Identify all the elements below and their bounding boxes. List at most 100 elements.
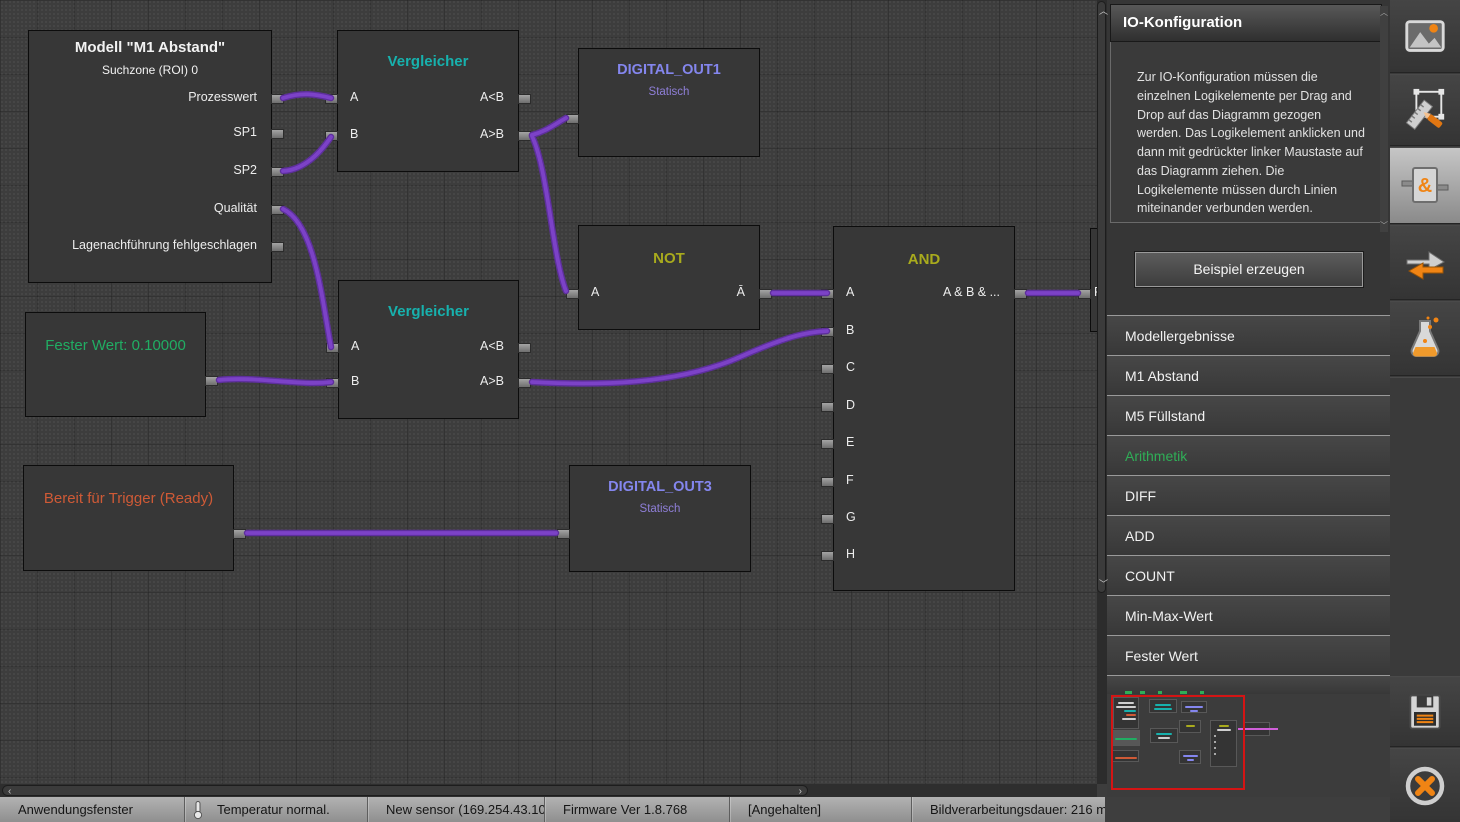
output-port-a-lt-b[interactable] (518, 343, 531, 353)
input-port-e[interactable] (821, 439, 834, 449)
list-item-diff[interactable]: DIFF (1107, 475, 1390, 515)
output-port-a-gt-b[interactable] (518, 378, 531, 388)
node-vergleicher-top[interactable]: Vergleicher A B A<B A>B (337, 30, 519, 172)
tab-interface[interactable] (1390, 225, 1460, 300)
minimap-viewport[interactable] (1111, 695, 1245, 790)
port-label-lagenachfuehrung: Lagenachführung fehlgeschlagen (72, 238, 257, 252)
right-toolbar: & (1390, 0, 1460, 822)
node-bereit-trigger[interactable]: Bereit für Trigger (Ready) (23, 465, 234, 571)
description-scrollbar[interactable]: ︿ ﹀ (1380, 6, 1388, 232)
floppy-save-icon (1403, 690, 1447, 734)
list-item-count[interactable]: COUNT (1107, 555, 1390, 595)
output-port-prozesswert[interactable] (271, 94, 284, 104)
input-port-g[interactable] (821, 514, 834, 524)
input-port-h[interactable] (821, 551, 834, 561)
logic-diagram-canvas[interactable]: Modell "M1 Abstand" Suchzone (ROI) 0 Pro… (0, 0, 1097, 797)
list-header-modellergebnisse[interactable]: Modellergebnisse (1107, 315, 1390, 355)
application-window: Modell "M1 Abstand" Suchzone (ROI) 0 Pro… (0, 0, 1460, 822)
tab-io-configuration[interactable]: & (1390, 147, 1460, 224)
input-port-b[interactable] (326, 378, 339, 388)
list-item-clipped[interactable] (1107, 675, 1390, 694)
input-port-a[interactable] (326, 343, 339, 353)
canvas-hscrollbar-thumb[interactable]: ‹ › (2, 785, 808, 796)
canvas-vscrollbar-track[interactable]: ︿ ﹀ (1097, 0, 1107, 784)
input-port-a[interactable] (325, 94, 338, 104)
input-port[interactable] (1078, 289, 1091, 299)
output-port-a-lt-b[interactable] (518, 94, 531, 104)
node-title: Vergleicher (339, 303, 518, 320)
node-not[interactable]: NOT A Ā (578, 225, 760, 330)
node-modell-m1-abstand[interactable]: Modell "M1 Abstand" Suchzone (ROI) 0 Pro… (28, 30, 272, 283)
panel-title: IO-Konfiguration (1110, 4, 1382, 42)
port-label-a: A (846, 285, 854, 299)
node-vergleicher-bottom[interactable]: Vergleicher A B A<B A>B (338, 280, 519, 419)
input-port-f[interactable] (821, 477, 834, 487)
input-port-a[interactable] (821, 289, 834, 299)
tab-model-edit[interactable] (1390, 74, 1460, 146)
port-label-f: F (846, 473, 854, 487)
io-configuration-panel: IO-Konfiguration Zur IO-Konfiguration mü… (1107, 0, 1390, 797)
output-port[interactable] (205, 376, 218, 386)
port-label-a: A (350, 90, 358, 104)
ruler-pencil-icon (1402, 87, 1448, 133)
list-category-arithmetik[interactable]: Arithmetik (1107, 435, 1390, 475)
list-item-m1-abstand[interactable]: M1 Abstand (1107, 355, 1390, 395)
scroll-up-icon[interactable]: ︿ (1380, 7, 1388, 18)
canvas-vscrollbar-thumb[interactable]: ︿ ﹀ (1097, 1, 1106, 593)
port-label-sp1: SP1 (233, 125, 257, 139)
tab-image[interactable] (1390, 0, 1460, 73)
canvas-hscrollbar-track[interactable]: ‹ › (0, 784, 1097, 797)
output-port-sp1[interactable] (271, 129, 284, 139)
list-item-m5-fuellstand[interactable]: M5 Füllstand (1107, 395, 1390, 435)
input-port[interactable] (566, 114, 579, 124)
svg-text:&: & (1418, 175, 1432, 197)
input-port-c[interactable] (821, 364, 834, 374)
node-digital-out3[interactable]: DIGITAL_OUT3 Statisch (569, 465, 751, 572)
input-port-b[interactable] (325, 131, 338, 141)
port-label-h: H (846, 547, 855, 561)
node-title: Bereit für Trigger (Ready) (24, 490, 233, 507)
port-label-sp2: SP2 (233, 163, 257, 177)
node-and[interactable]: AND A B C D E F G H A & B & ... (833, 226, 1015, 591)
input-port-b[interactable] (821, 327, 834, 337)
input-port-d[interactable] (821, 402, 834, 412)
diagram-minimap[interactable] (1107, 694, 1390, 797)
port-label-c: C (846, 360, 855, 374)
output-port-qualitaet[interactable] (271, 205, 284, 215)
output-port[interactable] (233, 529, 246, 539)
node-partial-offscreen[interactable]: P (1090, 228, 1097, 332)
scroll-down-icon[interactable]: ﹀ (1099, 577, 1108, 590)
node-title: Vergleicher (338, 53, 518, 70)
save-button[interactable] (1390, 676, 1460, 747)
beispiel-erzeugen-button[interactable]: Beispiel erzeugen (1135, 252, 1363, 287)
port-label-a-lt-b: A<B (480, 339, 504, 353)
port-label-g: G (846, 510, 856, 524)
list-item-fester-wert[interactable]: Fester Wert (1107, 635, 1390, 675)
status-run-state: [Angehalten] (730, 797, 912, 822)
node-title: Fester Wert: 0.10000 (26, 337, 205, 354)
list-item-min-max-wert[interactable]: Min-Max-Wert (1107, 595, 1390, 635)
scroll-up-icon[interactable]: ︿ (1099, 4, 1108, 17)
output-port-a-gt-b[interactable] (518, 131, 531, 141)
tab-test[interactable] (1390, 301, 1460, 376)
node-digital-out1[interactable]: DIGITAL_OUT1 Statisch (578, 48, 760, 157)
scroll-left-icon[interactable]: ‹ (8, 787, 11, 796)
output-port-lagenachfuehrung[interactable] (271, 242, 284, 252)
input-port-a[interactable] (566, 289, 579, 299)
output-port-sp2[interactable] (271, 167, 284, 177)
list-item-add[interactable]: ADD (1107, 515, 1390, 555)
close-button[interactable] (1390, 748, 1460, 822)
status-bar-filler (1105, 797, 1390, 822)
output-port-result[interactable] (1014, 289, 1027, 299)
status-app-name: Anwendungsfenster (0, 797, 185, 822)
port-label-a: A (591, 285, 599, 299)
double-arrow-icon (1401, 239, 1449, 287)
input-port[interactable] (557, 529, 570, 539)
port-label-a-gt-b: A>B (480, 127, 504, 141)
scroll-right-icon[interactable]: › (799, 787, 802, 796)
scroll-down-icon[interactable]: ﹀ (1380, 220, 1388, 231)
output-port-not-a[interactable] (759, 289, 772, 299)
port-label-b: B (351, 374, 359, 388)
node-fester-wert[interactable]: Fester Wert: 0.10000 (25, 312, 206, 417)
image-icon (1402, 13, 1448, 59)
